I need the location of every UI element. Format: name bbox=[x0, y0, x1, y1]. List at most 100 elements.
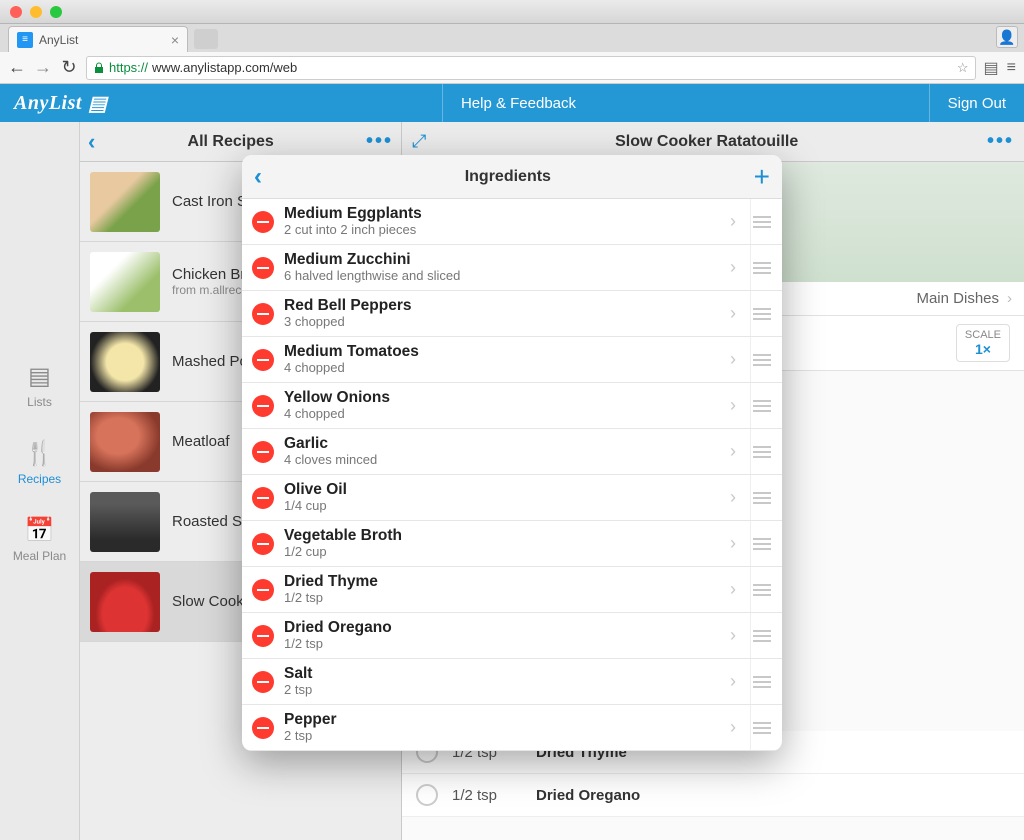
ingredient-row[interactable]: Dried Oregano 1/2 tsp › bbox=[242, 613, 782, 659]
drag-handle[interactable] bbox=[750, 613, 772, 658]
recipe-thumb bbox=[90, 332, 160, 392]
delete-button[interactable] bbox=[252, 487, 274, 509]
window-zoom[interactable] bbox=[50, 6, 62, 18]
ingredient-note: 2 cut into 2 inch pieces bbox=[284, 223, 716, 238]
detail-more-button[interactable]: ••• bbox=[987, 130, 1014, 153]
recipe-thumb bbox=[90, 412, 160, 472]
ingredient-row[interactable]: Olive Oil 1/4 cup › bbox=[242, 475, 782, 521]
chevron-right-icon[interactable]: › bbox=[726, 395, 740, 416]
delete-button[interactable] bbox=[252, 211, 274, 233]
delete-button[interactable] bbox=[252, 717, 274, 739]
ingredient-checkbox[interactable] bbox=[416, 784, 438, 806]
chevron-right-icon[interactable]: › bbox=[726, 303, 740, 324]
browser-menu-icon[interactable]: ≡ bbox=[1007, 59, 1016, 77]
nav-mealplan[interactable]: 📅 Meal Plan bbox=[13, 516, 66, 563]
app-logo[interactable]: AnyList ▤ bbox=[14, 91, 107, 116]
chevron-right-icon[interactable]: › bbox=[726, 441, 740, 462]
scale-button[interactable]: SCALE 1× bbox=[956, 324, 1010, 362]
delete-button[interactable] bbox=[252, 579, 274, 601]
browser-tabbar: ≡ AnyList × 👤 bbox=[0, 24, 1024, 52]
chevron-right-icon[interactable]: › bbox=[726, 717, 740, 738]
chevron-right-icon: › bbox=[1007, 290, 1012, 307]
chevron-right-icon[interactable]: › bbox=[726, 211, 740, 232]
favicon-icon: ≡ bbox=[17, 32, 33, 48]
sign-out-link[interactable]: Sign Out bbox=[929, 84, 1024, 122]
recipes-back-button[interactable]: ‹ bbox=[88, 129, 95, 155]
expand-button[interactable]: ⤢ bbox=[412, 131, 426, 152]
ingredient-note: 1/2 tsp bbox=[284, 591, 716, 606]
chevron-right-icon[interactable]: › bbox=[726, 533, 740, 554]
tab-close-icon[interactable]: × bbox=[171, 32, 179, 48]
delete-button[interactable] bbox=[252, 349, 274, 371]
ingredient-row[interactable]: Medium Tomatoes 4 chopped › bbox=[242, 337, 782, 383]
ingredient-row[interactable]: Red Bell Peppers 3 chopped › bbox=[242, 291, 782, 337]
drag-handle[interactable] bbox=[750, 659, 772, 704]
modal-add-button[interactable]: + bbox=[754, 161, 770, 193]
chevron-right-icon[interactable]: › bbox=[726, 349, 740, 370]
recipe-tag: Main Dishes bbox=[916, 290, 999, 307]
ingredient-row[interactable]: Dried Thyme 1/2 tsp › bbox=[242, 567, 782, 613]
reader-icon[interactable]: ▤ bbox=[984, 58, 999, 78]
ingredient-qty: 1/2 tsp bbox=[452, 787, 522, 804]
address-bar[interactable]: https://www.anylistapp.com/web ☆ bbox=[86, 56, 976, 80]
chevron-right-icon[interactable]: › bbox=[726, 257, 740, 278]
detail-title: Slow Cooker Ratatouille bbox=[426, 133, 987, 151]
modal-back-button[interactable]: ‹ bbox=[254, 163, 262, 191]
chevron-right-icon[interactable]: › bbox=[726, 579, 740, 600]
window-close[interactable] bbox=[10, 6, 22, 18]
drag-handle[interactable] bbox=[750, 383, 772, 428]
ingredient-name: Vegetable Broth bbox=[284, 527, 716, 545]
recipe-thumb bbox=[90, 572, 160, 632]
bookmark-icon[interactable]: ☆ bbox=[957, 60, 969, 76]
chevron-right-icon[interactable]: › bbox=[726, 487, 740, 508]
back-button[interactable]: ← bbox=[8, 57, 26, 78]
chevron-right-icon[interactable]: › bbox=[726, 625, 740, 646]
ingredient-note: 2 tsp bbox=[284, 683, 716, 698]
drag-handle[interactable] bbox=[750, 567, 772, 612]
new-tab-button[interactable] bbox=[194, 29, 218, 49]
side-nav: ▤ Lists 🍴 Recipes 📅 Meal Plan bbox=[0, 122, 80, 840]
window-minimize[interactable] bbox=[30, 6, 42, 18]
recipes-more-button[interactable]: ••• bbox=[366, 130, 393, 153]
ingredient-row-visible[interactable]: 1/2 tsp Dried Oregano bbox=[402, 774, 1024, 817]
ingredient-row[interactable]: Yellow Onions 4 chopped › bbox=[242, 383, 782, 429]
ingredient-note: 4 chopped bbox=[284, 407, 716, 422]
delete-button[interactable] bbox=[252, 533, 274, 555]
forward-button[interactable]: → bbox=[34, 57, 52, 78]
ingredient-row[interactable]: Pepper 2 tsp › bbox=[242, 705, 782, 751]
ingredient-note: 2 tsp bbox=[284, 729, 716, 744]
browser-profile-icon[interactable]: 👤 bbox=[996, 26, 1018, 48]
ingredient-row[interactable]: Salt 2 tsp › bbox=[242, 659, 782, 705]
drag-handle[interactable] bbox=[750, 521, 772, 566]
recipe-thumb bbox=[90, 252, 160, 312]
browser-tab[interactable]: ≡ AnyList × bbox=[8, 26, 188, 52]
drag-handle[interactable] bbox=[750, 475, 772, 520]
nav-recipes[interactable]: 🍴 Recipes bbox=[18, 439, 61, 486]
ingredient-note: 3 chopped bbox=[284, 315, 716, 330]
drag-handle[interactable] bbox=[750, 337, 772, 382]
nav-recipes-label: Recipes bbox=[18, 472, 61, 486]
recipes-icon: 🍴 bbox=[25, 439, 55, 468]
help-feedback-link[interactable]: Help & Feedback bbox=[442, 84, 594, 122]
ingredient-note: 6 halved lengthwise and sliced bbox=[284, 269, 716, 284]
delete-button[interactable] bbox=[252, 441, 274, 463]
delete-button[interactable] bbox=[252, 395, 274, 417]
ingredient-row[interactable]: Medium Zucchini 6 halved lengthwise and … bbox=[242, 245, 782, 291]
delete-button[interactable] bbox=[252, 671, 274, 693]
ingredient-row[interactable]: Medium Eggplants 2 cut into 2 inch piece… bbox=[242, 199, 782, 245]
delete-button[interactable] bbox=[252, 303, 274, 325]
drag-handle[interactable] bbox=[750, 291, 772, 336]
ingredient-row[interactable]: Vegetable Broth 1/2 cup › bbox=[242, 521, 782, 567]
delete-button[interactable] bbox=[252, 257, 274, 279]
nav-lists[interactable]: ▤ Lists bbox=[27, 362, 52, 409]
chevron-right-icon[interactable]: › bbox=[726, 671, 740, 692]
drag-handle[interactable] bbox=[750, 705, 772, 750]
delete-button[interactable] bbox=[252, 625, 274, 647]
drag-handle[interactable] bbox=[750, 429, 772, 474]
url-scheme: https:// bbox=[109, 60, 148, 75]
window-chrome bbox=[0, 0, 1024, 24]
drag-handle[interactable] bbox=[750, 245, 772, 290]
drag-handle[interactable] bbox=[750, 199, 772, 244]
ingredient-row[interactable]: Garlic 4 cloves minced › bbox=[242, 429, 782, 475]
reload-button[interactable]: ↻ bbox=[60, 57, 78, 78]
